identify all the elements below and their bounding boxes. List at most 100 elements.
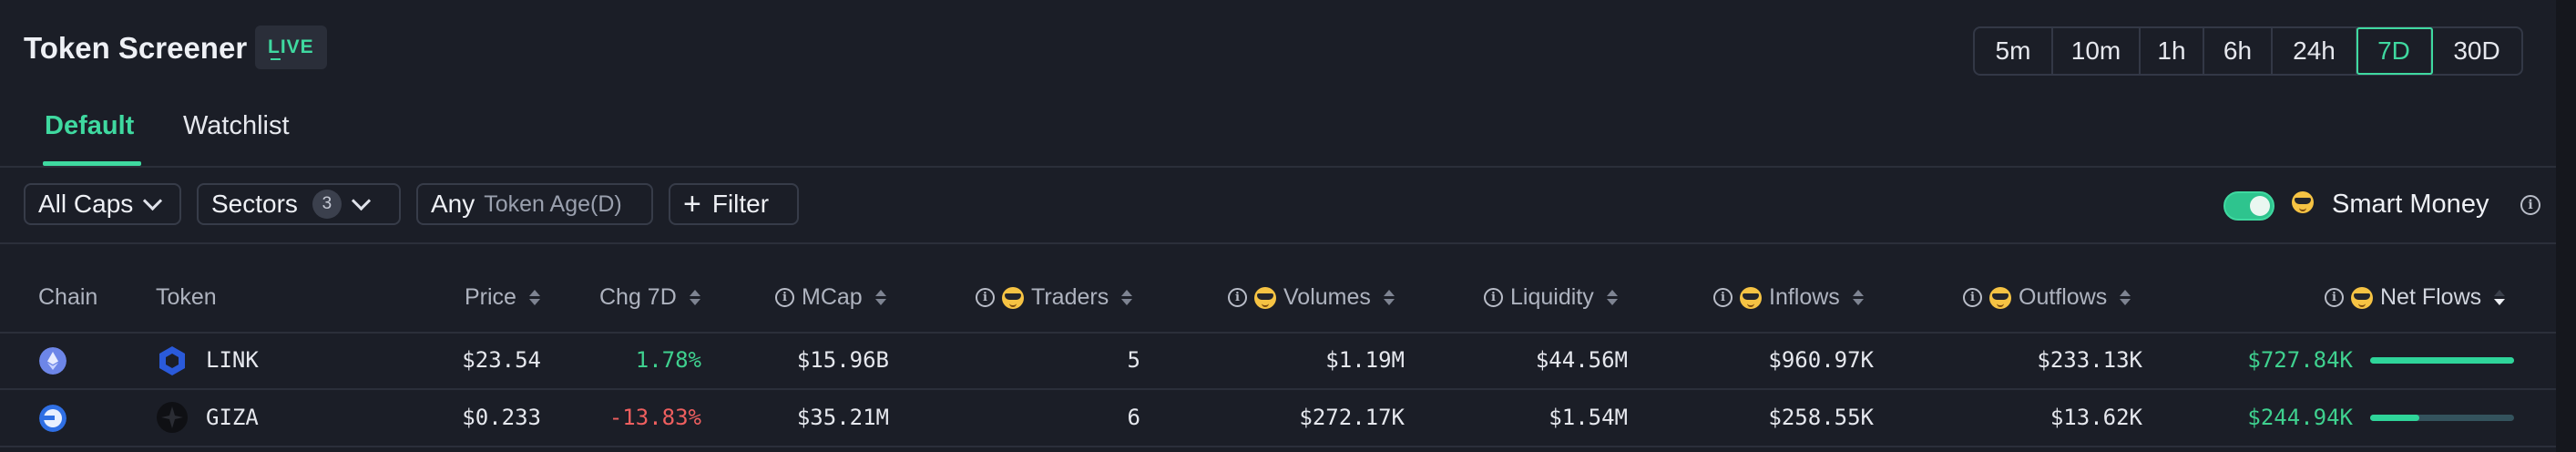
smart-money-label: Smart Money bbox=[2332, 190, 2489, 219]
column-header-inflows[interactable]: i Inflows bbox=[1713, 284, 1864, 311]
inflows-cell: $960.97K bbox=[1768, 347, 1874, 373]
column-label: Traders bbox=[1031, 284, 1109, 310]
token-age-value: Any bbox=[431, 190, 475, 218]
netflow-bar-fill bbox=[2370, 357, 2514, 364]
sectors-dropdown[interactable]: Sectors 3 bbox=[197, 183, 401, 225]
timeframe-5m-button[interactable]: 5m bbox=[1975, 28, 2053, 74]
info-icon[interactable]: i bbox=[1228, 288, 1247, 307]
column-header-mcap[interactable]: i MCap bbox=[775, 284, 886, 311]
sunglasses-emoji-icon bbox=[1989, 286, 2011, 309]
divider bbox=[0, 388, 2556, 390]
timeframe-selector: 5m 10m 1h 6h 24h 7D 30D bbox=[1973, 26, 2523, 76]
column-label: Outflows bbox=[2019, 284, 2108, 310]
tab-watchlist[interactable]: Watchlist bbox=[183, 111, 290, 141]
info-icon[interactable]: i bbox=[775, 288, 794, 307]
token-age-filter[interactable]: Any Token Age(D) bbox=[416, 183, 653, 225]
sort-icon bbox=[689, 290, 700, 305]
add-filter-button[interactable]: + Filter bbox=[669, 183, 799, 225]
info-icon[interactable]: i bbox=[2520, 195, 2540, 215]
column-label: Chg 7D bbox=[599, 284, 677, 310]
sort-icon bbox=[1852, 290, 1864, 305]
sort-icon bbox=[1606, 290, 1618, 305]
divider bbox=[0, 446, 2556, 447]
info-icon[interactable]: i bbox=[2325, 288, 2344, 307]
filter-label: Filter bbox=[711, 190, 770, 218]
column-header-chain: Chain bbox=[38, 284, 97, 311]
info-icon[interactable]: i bbox=[1963, 288, 1982, 307]
price-cell: $0.233 bbox=[462, 405, 541, 430]
plus-icon: + bbox=[683, 187, 701, 221]
traders-cell: 6 bbox=[1127, 405, 1140, 430]
token-symbol[interactable]: LINK bbox=[206, 347, 259, 373]
ethereum-icon bbox=[39, 347, 66, 375]
token-screener-panel: Token Screener LIVE 5m 10m 1h 6h 24h 7D … bbox=[0, 0, 2556, 452]
divider bbox=[0, 332, 2556, 334]
column-header-token: Token bbox=[156, 284, 217, 311]
netflow-bar bbox=[2370, 357, 2514, 364]
column-header-netflows[interactable]: i Net Flows bbox=[2325, 284, 2506, 311]
change-cell: -13.83% bbox=[608, 405, 701, 430]
sunglasses-emoji-icon bbox=[1002, 286, 1024, 309]
chainlink-icon bbox=[159, 346, 185, 375]
divider bbox=[0, 242, 2556, 244]
column-header-outflows[interactable]: i Outflows bbox=[1963, 284, 2131, 311]
column-label: Price bbox=[465, 284, 516, 310]
chevron-down-icon bbox=[351, 190, 372, 211]
live-badge: LIVE bbox=[255, 26, 327, 69]
sort-icon bbox=[1383, 290, 1395, 305]
sort-icon bbox=[874, 290, 886, 305]
column-label: Chain bbox=[38, 284, 98, 310]
sunglasses-emoji-icon bbox=[1740, 286, 1762, 309]
outflows-cell: $233.13K bbox=[2037, 347, 2142, 373]
sort-icon bbox=[2120, 290, 2131, 305]
caps-dropdown[interactable]: All Caps bbox=[24, 183, 181, 225]
column-header-liquidity[interactable]: i Liquidity bbox=[1484, 284, 1618, 311]
column-header-traders[interactable]: i Traders bbox=[976, 284, 1133, 311]
sectors-label: Sectors bbox=[211, 190, 298, 218]
liquidity-cell: $1.54M bbox=[1549, 405, 1628, 430]
smart-money-toggle[interactable] bbox=[2223, 191, 2274, 221]
mcap-cell: $35.21M bbox=[796, 405, 889, 430]
caps-label: All Caps bbox=[38, 190, 134, 218]
change-cell: 1.78% bbox=[635, 347, 701, 373]
column-header-price[interactable]: Price bbox=[465, 284, 540, 311]
column-header-volumes[interactable]: i Volumes bbox=[1228, 284, 1395, 311]
netflow-bar-fill bbox=[2370, 415, 2419, 421]
column-label: Net Flows bbox=[2380, 284, 2482, 310]
timeframe-30d-button[interactable]: 30D bbox=[2432, 28, 2521, 74]
page-title: Token Screener bbox=[24, 31, 248, 65]
token-age-label: Token Age(D) bbox=[484, 190, 622, 217]
volumes-cell: $272.17K bbox=[1299, 405, 1405, 430]
sort-desc-icon bbox=[2494, 290, 2506, 305]
timeframe-6h-button[interactable]: 6h bbox=[2204, 28, 2273, 74]
netflows-cell: $727.84K bbox=[2247, 347, 2353, 373]
tab-default[interactable]: Default bbox=[45, 111, 134, 141]
toggle-knob bbox=[2250, 196, 2270, 216]
timeframe-10m-button[interactable]: 10m bbox=[2053, 28, 2141, 74]
info-icon[interactable]: i bbox=[976, 288, 995, 307]
sunglasses-emoji-icon bbox=[2351, 286, 2373, 309]
column-label: Liquidity bbox=[1510, 284, 1594, 310]
volumes-cell: $1.19M bbox=[1325, 347, 1405, 373]
timeframe-7d-button[interactable]: 7D bbox=[2356, 27, 2433, 75]
timeframe-24h-button[interactable]: 24h bbox=[2273, 28, 2357, 74]
info-icon[interactable]: i bbox=[1484, 288, 1503, 307]
traders-cell: 5 bbox=[1127, 347, 1140, 373]
scrollbar-gutter bbox=[2556, 0, 2576, 452]
sectors-count-badge: 3 bbox=[312, 190, 342, 219]
inflows-cell: $258.55K bbox=[1768, 405, 1874, 430]
mcap-cell: $15.96B bbox=[796, 347, 889, 373]
column-label: Token bbox=[156, 284, 217, 310]
outflows-cell: $13.62K bbox=[2050, 405, 2142, 430]
column-header-chg[interactable]: Chg 7D bbox=[599, 284, 700, 311]
liquidity-cell: $44.56M bbox=[1535, 347, 1628, 373]
price-cell: $23.54 bbox=[462, 347, 541, 373]
sunglasses-emoji-icon bbox=[2292, 191, 2314, 213]
timeframe-1h-button[interactable]: 1h bbox=[2141, 28, 2204, 74]
chevron-down-icon bbox=[143, 190, 163, 211]
token-symbol[interactable]: GIZA bbox=[206, 405, 259, 430]
sort-icon bbox=[528, 290, 540, 305]
netflow-bar bbox=[2370, 415, 2514, 421]
base-icon bbox=[39, 405, 66, 432]
info-icon[interactable]: i bbox=[1713, 288, 1733, 307]
